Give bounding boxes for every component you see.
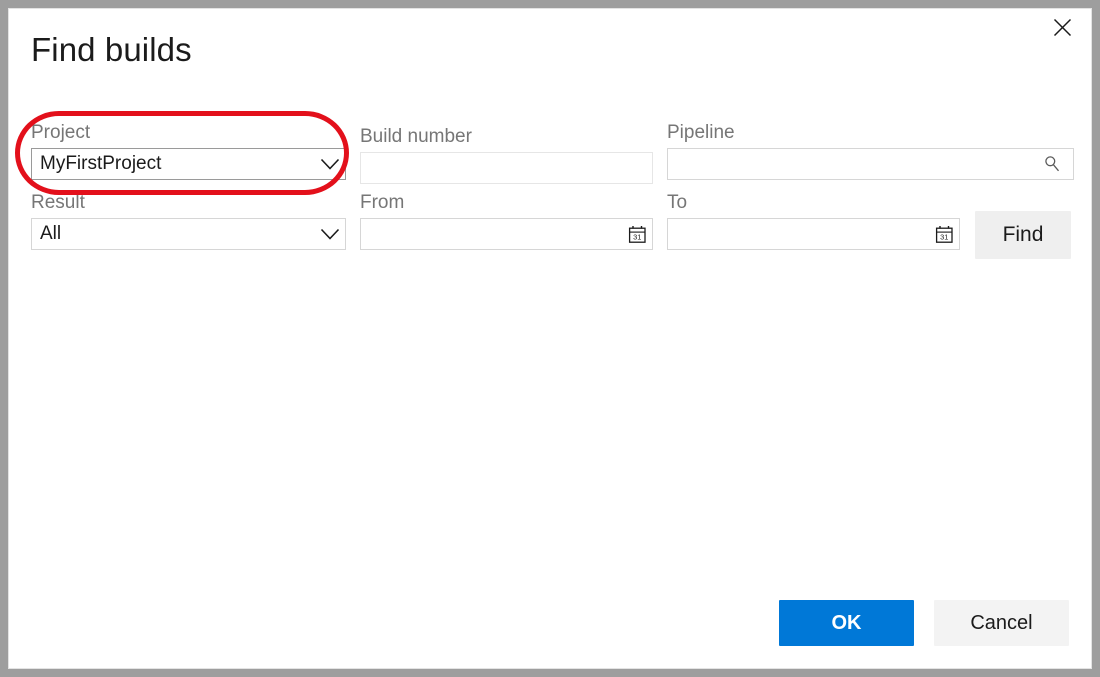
field-build-number: Build number <box>360 125 653 184</box>
close-button[interactable] <box>1039 11 1085 43</box>
from-input-shell[interactable]: 31 <box>360 218 653 250</box>
build-number-input[interactable] <box>361 153 652 183</box>
result-select[interactable]: All <box>31 218 346 250</box>
svg-text:31: 31 <box>940 232 948 241</box>
dialog-footer: OK Cancel <box>779 600 1069 646</box>
ok-button[interactable]: OK <box>779 600 914 646</box>
cancel-button[interactable]: Cancel <box>934 600 1069 646</box>
label-from: From <box>360 191 653 215</box>
label-build-number: Build number <box>360 125 653 149</box>
page-title: Find builds <box>31 31 192 69</box>
calendar-icon[interactable]: 31 <box>929 219 959 249</box>
field-project: Project MyFirstProject <box>31 121 346 180</box>
field-from: From 31 <box>360 191 653 250</box>
close-icon <box>1053 18 1072 37</box>
pipeline-input-shell[interactable] <box>667 148 1074 180</box>
svg-text:31: 31 <box>633 232 641 241</box>
pipeline-input[interactable] <box>668 149 1037 179</box>
screen-background: Find builds Project MyFirstProject <box>0 0 1100 677</box>
search-icon[interactable] <box>1037 149 1073 179</box>
calendar-icon[interactable]: 31 <box>622 219 652 249</box>
build-number-input-shell[interactable] <box>360 152 653 184</box>
chevron-down-icon <box>315 149 345 179</box>
label-result: Result <box>31 191 346 215</box>
label-project: Project <box>31 121 346 145</box>
find-button[interactable]: Find <box>975 211 1071 259</box>
field-pipeline: Pipeline <box>667 121 1074 180</box>
chevron-down-icon <box>315 219 345 249</box>
to-input-shell[interactable]: 31 <box>667 218 960 250</box>
project-select[interactable]: MyFirstProject <box>31 148 346 180</box>
find-builds-dialog: Find builds Project MyFirstProject <box>8 8 1092 669</box>
to-date-input[interactable] <box>668 219 929 249</box>
result-select-value: All <box>32 223 315 245</box>
label-to: To <box>667 191 960 215</box>
field-to: To 31 <box>667 191 960 250</box>
project-select-value: MyFirstProject <box>32 153 315 175</box>
label-pipeline: Pipeline <box>667 121 1074 145</box>
field-result: Result All <box>31 191 346 250</box>
from-date-input[interactable] <box>361 219 622 249</box>
